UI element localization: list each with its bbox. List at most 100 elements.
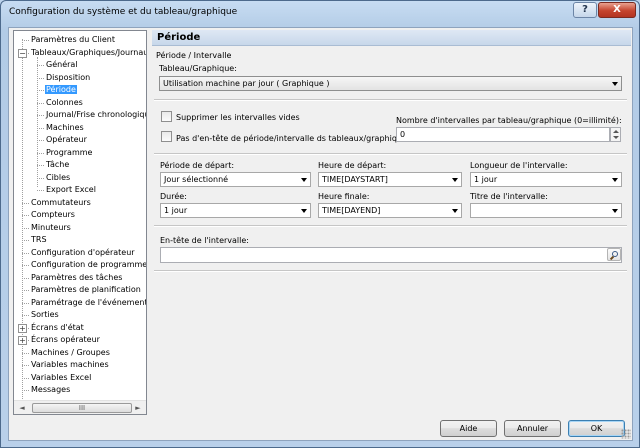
tree-item[interactable]: Général bbox=[45, 59, 79, 71]
chevron-down-icon bbox=[452, 178, 458, 182]
tree-item-label: Export Excel bbox=[46, 185, 96, 194]
period-settings-panel: Période Période / Intervalle Tableau/Gra… bbox=[152, 30, 631, 415]
no-header-checkbox[interactable] bbox=[161, 131, 172, 142]
tree-item[interactable]: Programme bbox=[45, 147, 93, 159]
tree-item[interactable]: Compteurs bbox=[30, 209, 76, 221]
magnifier-handle bbox=[609, 255, 615, 261]
scroll-left-arrow-icon[interactable]: ◄ bbox=[15, 402, 29, 414]
tree-item[interactable]: Export Excel bbox=[45, 184, 97, 196]
interval-length-value: 1 jour bbox=[474, 175, 498, 184]
tree-item-label: Compteurs bbox=[31, 210, 75, 219]
tree-item[interactable]: Tâche bbox=[45, 159, 70, 171]
tree-item-label: Général bbox=[46, 60, 78, 69]
tree-item[interactable]: Commutateurs bbox=[30, 197, 92, 209]
close-button[interactable]: X bbox=[598, 2, 636, 18]
group-label: Période / Intervalle bbox=[156, 51, 232, 60]
interval-title-dropdown[interactable] bbox=[470, 203, 622, 218]
tree-item[interactable]: Écrans d'état bbox=[30, 322, 85, 334]
tree-item[interactable]: Machines bbox=[45, 122, 85, 134]
scroll-right-arrow-icon[interactable]: ► bbox=[131, 402, 145, 414]
intervals-count-input[interactable]: 0 bbox=[396, 127, 610, 142]
tree-item[interactable]: Configuration d'opérateur bbox=[30, 247, 136, 259]
interval-length-dropdown[interactable]: 1 jour bbox=[470, 172, 622, 187]
tree-item-label: Messages bbox=[31, 385, 71, 394]
tree-line bbox=[37, 65, 44, 66]
tree-line bbox=[37, 190, 44, 191]
end-time-dropdown[interactable]: TIME[DAYEND] bbox=[318, 203, 462, 218]
tree-line bbox=[37, 77, 44, 79]
tree-item[interactable]: Disposition bbox=[45, 72, 91, 84]
tree-item[interactable]: Paramètres de planification bbox=[30, 284, 142, 296]
scroll-thumb[interactable]: III bbox=[32, 403, 132, 413]
tree-item-label: Paramétrage de l'événement bbox=[31, 297, 147, 307]
tree-item[interactable]: Écrans opérateur bbox=[30, 334, 101, 346]
tree-line bbox=[22, 265, 29, 266]
tree-item-label: Disposition bbox=[46, 72, 91, 82]
suppress-empty-label: Supprimer les intervalles vides bbox=[176, 113, 300, 122]
table-graph-dropdown[interactable]: Utilisation machine par jour ( Graphique… bbox=[159, 76, 622, 91]
start-period-value: Jour sélectionné bbox=[164, 175, 229, 184]
tree-item[interactable]: Paramètres des tâches bbox=[30, 272, 123, 284]
interval-header-input[interactable] bbox=[160, 247, 622, 263]
separator bbox=[154, 153, 627, 155]
expand-plus-icon[interactable]: + bbox=[18, 323, 27, 333]
tree-item-label: Colonnes bbox=[46, 97, 83, 107]
tree-item[interactable]: Cibles bbox=[45, 172, 71, 184]
interval-length-label: Longueur de l'intervalle: bbox=[470, 161, 568, 170]
spin-up-icon[interactable] bbox=[613, 130, 619, 133]
title-help-button[interactable]: ? bbox=[573, 2, 597, 18]
tree-item-label: Machines bbox=[46, 122, 84, 132]
table-graph-value: Utilisation machine par jour ( Graphique… bbox=[163, 79, 330, 88]
tree-item-label: Configuration de programme bbox=[31, 260, 147, 269]
tree-item[interactable]: Variables Excel bbox=[30, 372, 92, 384]
tree-item[interactable]: Tableaux/Graphiques/Journaux bbox=[30, 47, 146, 59]
intervals-count-stepper[interactable] bbox=[610, 127, 621, 142]
chevron-down-icon bbox=[301, 209, 307, 213]
tree-item[interactable]: Période bbox=[45, 84, 77, 96]
tree-item-label: Variables machines bbox=[31, 360, 109, 369]
tree-item-label: Programme bbox=[46, 147, 93, 157]
tree-item[interactable]: Variables machines bbox=[30, 359, 110, 371]
tree-item[interactable]: Journal/Frise chronologique bbox=[45, 109, 147, 121]
tree-line bbox=[22, 227, 29, 229]
tree-line bbox=[37, 140, 44, 141]
ok-button[interactable]: OK bbox=[568, 420, 625, 437]
resize-grip-icon[interactable] bbox=[621, 429, 631, 439]
spin-down-icon[interactable] bbox=[613, 136, 619, 139]
title-bar[interactable]: Configuration du système et du tableau/g… bbox=[1, 1, 639, 25]
tree-item-label: Journal/Frise chronologique bbox=[46, 110, 147, 119]
tree-item-label: Tâche bbox=[46, 160, 70, 169]
settings-tree[interactable]: Paramètres du Client Tableaux/Graphiques/… bbox=[13, 30, 147, 415]
tree-line bbox=[37, 115, 44, 116]
duration-label: Durée: bbox=[160, 192, 187, 201]
tree-item[interactable]: TRS bbox=[30, 234, 48, 246]
tree-item[interactable]: Paramétrage de l'événement bbox=[30, 297, 147, 309]
tree-item[interactable]: Sorties bbox=[30, 309, 60, 321]
tree-item-label: TRS bbox=[31, 235, 47, 244]
tree-item[interactable]: Machines / Groupes bbox=[30, 347, 111, 359]
expand-plus-icon[interactable]: + bbox=[18, 336, 27, 345]
duration-value: 1 jour bbox=[164, 206, 188, 215]
chevron-down-icon bbox=[612, 209, 618, 213]
zoom-lookup-button[interactable] bbox=[607, 248, 621, 261]
start-time-dropdown[interactable]: TIME[DAYSTART] bbox=[318, 172, 462, 187]
tree-item-label: Paramètres de planification bbox=[31, 285, 141, 294]
tree-horizontal-scrollbar[interactable]: ◄ III ► bbox=[14, 400, 146, 414]
start-period-dropdown[interactable]: Jour sélectionné bbox=[160, 172, 311, 187]
tree-item[interactable]: Colonnes bbox=[45, 97, 84, 109]
duration-dropdown[interactable]: 1 jour bbox=[160, 203, 311, 218]
tree-item[interactable]: Messages bbox=[30, 384, 71, 396]
collapse-minus-icon[interactable]: − bbox=[18, 48, 27, 58]
suppress-empty-checkbox[interactable] bbox=[161, 111, 172, 122]
chevron-down-icon bbox=[612, 82, 618, 86]
tree-item-label: Cibles bbox=[46, 172, 71, 182]
tree-item[interactable]: Opérateur bbox=[45, 134, 88, 146]
tree-item[interactable]: Minuteurs bbox=[30, 222, 72, 234]
tree-item-label: Écrans opérateur bbox=[31, 335, 100, 344]
cancel-button[interactable]: Annuler bbox=[504, 420, 561, 437]
tree-item-label: Variables Excel bbox=[31, 372, 92, 382]
tree-item-label: Paramètres du Client bbox=[31, 35, 116, 44]
tree-item[interactable]: Paramètres du Client bbox=[30, 34, 116, 46]
tree-item[interactable]: Configuration de programme bbox=[30, 259, 147, 271]
help-button[interactable]: Aide bbox=[440, 420, 497, 437]
